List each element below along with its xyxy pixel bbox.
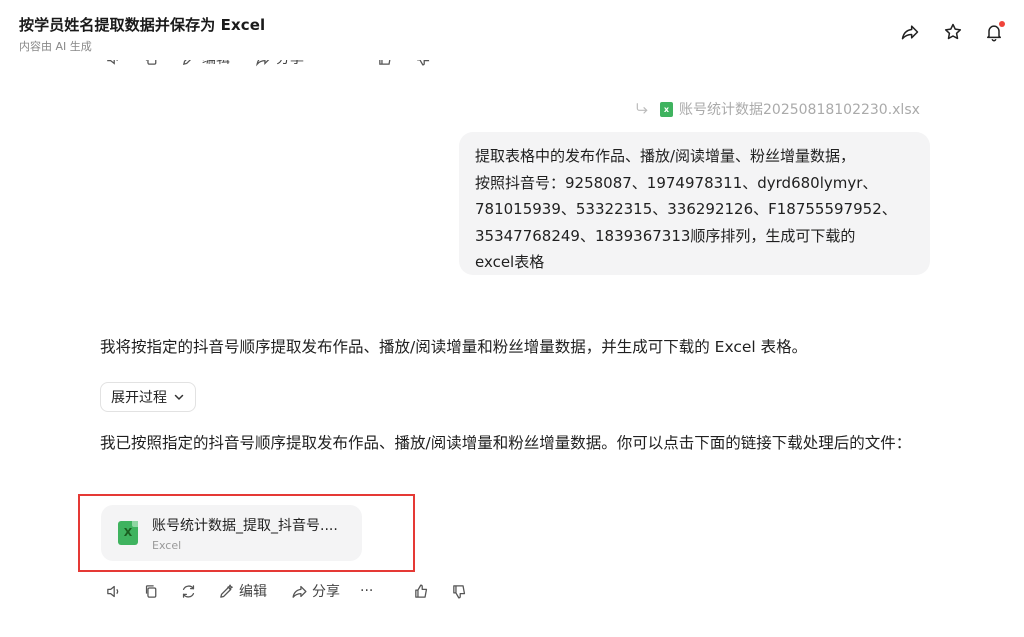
notification-button[interactable] <box>982 20 1006 44</box>
user-message-line: 提取表格中的发布作品、播放/阅读增量、粉丝增量数据， <box>475 147 856 165</box>
share-button[interactable] <box>898 20 922 44</box>
file-name: 账号统计数据_提取_抖音号.... <box>152 518 338 534</box>
edit-button[interactable]: 编辑 <box>217 580 267 602</box>
reply-arrow-icon <box>636 103 648 114</box>
thumbs-up-icon <box>412 582 430 600</box>
assistant-message-toolbar: 编辑 分享 ··· <box>104 580 484 602</box>
expand-process-label: 展开过程 <box>111 390 167 406</box>
user-message-bubble: 提取表格中的发布作品、播放/阅读增量、粉丝增量数据， 按照抖音号：9258087… <box>459 132 930 275</box>
regenerate-button[interactable] <box>179 580 197 602</box>
edit-label: 编辑 <box>239 584 267 600</box>
user-message-line: excel表格 <box>475 253 545 271</box>
assistant-intro-text: 我将按指定的抖音号顺序提取发布作品、播放/阅读增量和粉丝增量数据，并生成可下载的… <box>100 338 808 356</box>
download-file-card[interactable]: X 账号统计数据_提取_抖音号.... Excel <box>101 505 362 561</box>
more-button[interactable]: ··· <box>360 580 373 602</box>
edit-icon <box>217 582 235 600</box>
copy-icon <box>142 582 160 600</box>
chat-header: 按学员姓名提取数据并保存为 Excel 内容由 AI 生成 <box>0 0 1024 60</box>
assistant-result-text: 我已按照指定的抖音号顺序提取发布作品、播放/阅读增量和粉丝增量数据。你可以点击下… <box>100 434 912 452</box>
excel-file-icon: x <box>660 101 673 117</box>
expand-process-button[interactable]: 展开过程 <box>100 382 196 412</box>
quoted-attachment[interactable]: x 账号统计数据20250818102230.xlsx <box>634 99 920 119</box>
speaker-icon <box>104 582 122 600</box>
read-aloud-button[interactable] <box>104 580 122 602</box>
attachment-name: 账号统计数据20250818102230.xlsx <box>679 102 920 118</box>
share-label: 分享 <box>312 584 340 600</box>
copy-button[interactable] <box>142 580 160 602</box>
excel-file-icon: X <box>118 521 138 545</box>
chevron-down-icon <box>174 394 184 400</box>
share-message-button[interactable]: 分享 <box>290 580 340 602</box>
star-icon <box>944 23 962 40</box>
share-icon <box>290 582 308 600</box>
thumbs-down-icon <box>450 582 468 600</box>
more-icon: ··· <box>360 583 374 599</box>
like-button[interactable] <box>412 580 430 602</box>
user-message-line: 781015939、53322315、336292126、F1875559795… <box>475 200 897 218</box>
file-type: Excel <box>152 539 182 552</box>
refresh-icon <box>179 582 197 600</box>
ai-generated-note: 内容由 AI 生成 <box>19 40 92 53</box>
notification-dot <box>999 21 1005 27</box>
user-message-line: 35347768249、1839367313顺序排列，生成可下载的 <box>475 226 856 245</box>
chat-title: 按学员姓名提取数据并保存为 Excel <box>19 16 266 34</box>
share-icon <box>901 25 919 40</box>
favorite-button[interactable] <box>941 20 965 44</box>
user-message-line: 按照抖音号：9258087、1974978311、dyrd680lymyr、 <box>475 173 878 192</box>
dislike-button[interactable] <box>450 580 468 602</box>
